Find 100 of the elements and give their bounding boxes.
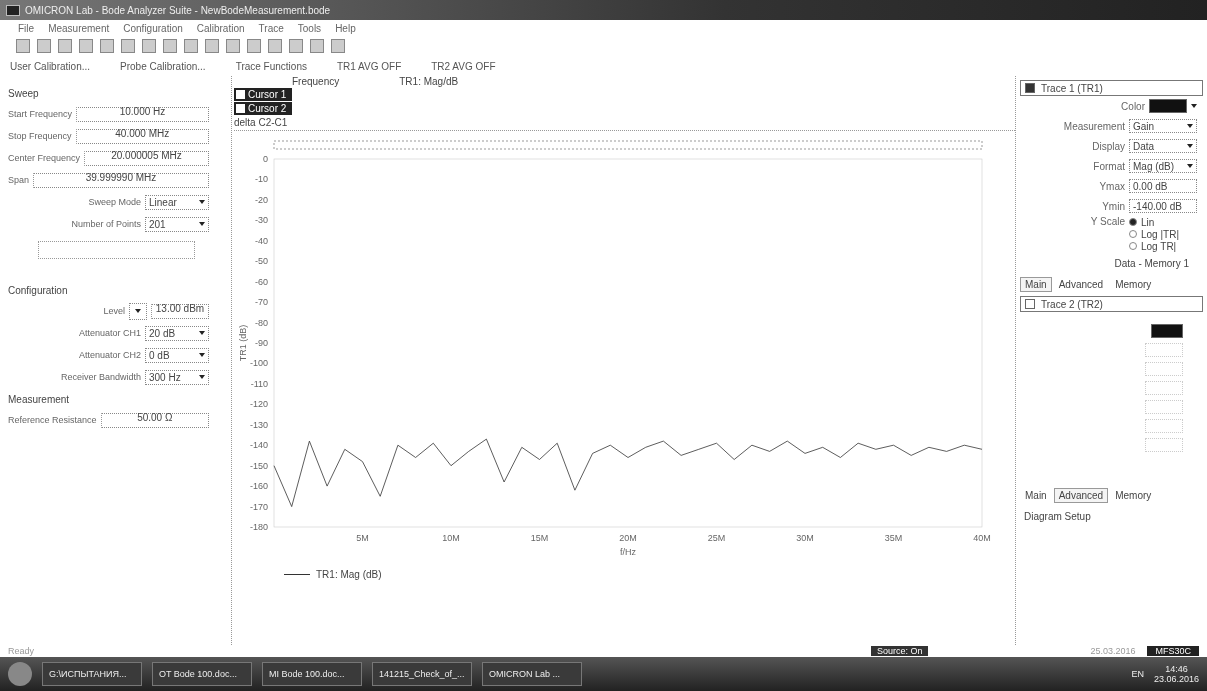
dropdown[interactable]: 0 dB xyxy=(145,347,209,363)
menu-item[interactable]: Tools xyxy=(297,22,322,34)
field-label: Reference Resistance xyxy=(8,415,97,425)
dropdown[interactable]: Data xyxy=(1129,139,1197,153)
disabled-field xyxy=(1145,343,1183,357)
toolbar-icon[interactable] xyxy=(163,39,177,53)
y-tick-label: -30 xyxy=(255,215,268,226)
language-indicator[interactable]: EN xyxy=(1131,669,1144,679)
dropdown[interactable]: 201 xyxy=(145,216,209,232)
tr1-average-button[interactable]: TR1 AVG OFF xyxy=(332,60,406,72)
taskbar-item[interactable]: MI Bode 100.doc... xyxy=(262,662,362,686)
color-swatch[interactable] xyxy=(1149,99,1187,113)
y-tick-label: -80 xyxy=(255,317,268,328)
toolbar-icon[interactable] xyxy=(247,39,261,53)
toolbar-icon[interactable] xyxy=(184,39,198,53)
caret-icon xyxy=(135,309,141,313)
menu-item[interactable]: Help xyxy=(335,22,356,34)
y-tick-label: -160 xyxy=(250,481,268,492)
taskbar-item[interactable]: OMICRON Lab ... xyxy=(482,662,582,686)
caret-icon xyxy=(1187,124,1193,128)
radio-option[interactable]: Lin xyxy=(1129,216,1197,228)
toolbar-icon[interactable] xyxy=(37,39,51,53)
menu-item[interactable]: Configuration xyxy=(123,22,183,34)
checkbox[interactable] xyxy=(1025,83,1035,93)
tab[interactable]: Main xyxy=(1020,488,1052,503)
section-title: Sweep xyxy=(8,88,40,99)
taskbar-item[interactable]: OT Bode 100.doc... xyxy=(152,662,252,686)
field-label: Number of Points xyxy=(71,219,141,229)
cursor-row[interactable]: Cursor 1 xyxy=(234,88,292,101)
color-swatch xyxy=(1151,324,1183,338)
tab[interactable]: Advanced xyxy=(1053,277,1109,292)
toolbar-icon[interactable] xyxy=(310,39,324,53)
x-tick-label: 5M xyxy=(356,533,369,543)
trace-header[interactable]: Trace 2 (TR2) xyxy=(1020,296,1203,312)
toolbar-icon[interactable] xyxy=(289,39,303,53)
radio-icon[interactable] xyxy=(1129,218,1137,226)
toolbar-icon[interactable] xyxy=(268,39,282,53)
trace-header[interactable]: Trace 1 (TR1) xyxy=(1020,80,1203,96)
caret-icon xyxy=(1187,164,1193,168)
trace-functions-button[interactable]: Trace Functions xyxy=(231,60,311,72)
cursor-row[interactable]: Cursor 2 xyxy=(234,102,292,115)
start-icon[interactable] xyxy=(8,662,32,686)
field-label: Ymax xyxy=(1099,180,1125,192)
input-field[interactable]: 40.000 MHz xyxy=(75,128,209,144)
probe-calibration-button[interactable]: Probe Calibration... xyxy=(116,60,210,72)
toolbar-icon[interactable] xyxy=(100,39,114,53)
toolbar-icon[interactable] xyxy=(16,39,30,53)
dropdown[interactable]: 20 dB xyxy=(145,325,209,341)
input-field[interactable]: 10.000 Hz xyxy=(76,106,209,122)
y-tick-label: -40 xyxy=(255,235,268,246)
input-field[interactable]: 50.00 Ω xyxy=(100,412,209,428)
input-field[interactable]: 13.00 dBm xyxy=(151,303,209,319)
unit-dropdown[interactable] xyxy=(129,302,147,320)
toolbar-icon[interactable] xyxy=(79,39,93,53)
caret-icon[interactable] xyxy=(1191,104,1197,108)
input-field[interactable]: 20.000005 MHz xyxy=(84,150,209,166)
radio-option[interactable]: Log TR| xyxy=(1129,240,1197,252)
toolbar-icon[interactable] xyxy=(121,39,135,53)
taskbar-item[interactable]: G:\ИСПЫТАНИЯ... xyxy=(42,662,142,686)
caret-icon xyxy=(199,331,205,335)
dropdown[interactable]: 300 Hz xyxy=(145,369,209,385)
y-tick-label: -60 xyxy=(255,276,268,287)
tr2-average-button[interactable]: TR2 AVG OFF xyxy=(427,60,500,72)
menu-item[interactable]: Calibration xyxy=(196,22,245,34)
column-header: TR1: Mag/dB xyxy=(399,76,459,87)
y-tick-label: -170 xyxy=(250,501,268,512)
tab[interactable]: Main xyxy=(1020,277,1052,292)
caret-icon xyxy=(199,222,205,226)
radio-option[interactable]: Log |TR| xyxy=(1129,228,1197,240)
caret-icon xyxy=(199,200,205,204)
trace-title: Trace 2 (TR2) xyxy=(1041,298,1103,310)
toolbar-icon[interactable] xyxy=(142,39,156,53)
field-label: Level xyxy=(103,306,125,316)
dropdown[interactable]: Gain xyxy=(1129,119,1197,133)
y-tick-label: -120 xyxy=(250,399,268,410)
x-tick-label: 40M xyxy=(973,533,991,543)
menu-item[interactable]: File xyxy=(18,22,35,34)
tab[interactable]: Memory xyxy=(1110,277,1157,292)
input-field[interactable]: -140.00 dB xyxy=(1129,199,1197,213)
toolbar-icon[interactable] xyxy=(331,39,345,53)
toolbar-icon[interactable] xyxy=(58,39,72,53)
x-tick-label: 25M xyxy=(707,533,726,543)
tab[interactable]: Advanced xyxy=(1053,488,1109,503)
dropdown[interactable]: Linear xyxy=(145,194,209,210)
input-field[interactable]: 0.00 dB xyxy=(1129,179,1197,193)
menu-item[interactable]: Measurement xyxy=(48,22,110,34)
field-label: Measurement xyxy=(1063,120,1125,132)
user-calibration-button[interactable]: User Calibration... xyxy=(6,60,95,72)
taskbar-item[interactable]: 141215_Check_of_... xyxy=(372,662,472,686)
menu-item[interactable]: Trace xyxy=(258,22,284,34)
y-tick-label: -50 xyxy=(255,256,268,267)
x-axis-label: f/Hz xyxy=(620,547,636,557)
tab[interactable]: Memory xyxy=(1110,488,1157,503)
input-field[interactable]: 39.999990 MHz xyxy=(33,172,209,188)
checkbox[interactable] xyxy=(1025,299,1035,309)
y-tick-label: -90 xyxy=(255,338,268,348)
disabled-field xyxy=(1145,362,1183,376)
toolbar-icon[interactable] xyxy=(226,39,240,53)
dropdown[interactable]: Mag (dB) xyxy=(1129,159,1197,173)
toolbar-icon[interactable] xyxy=(205,39,219,53)
